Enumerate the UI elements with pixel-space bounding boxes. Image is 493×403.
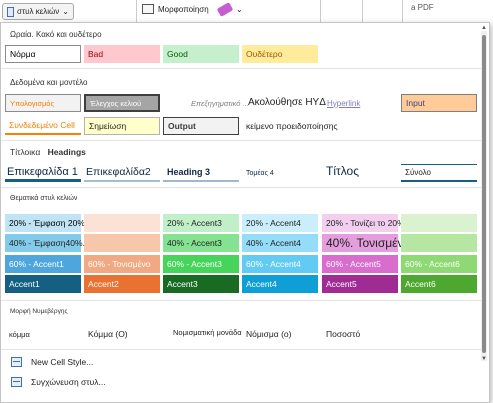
new-cell-style-label: New Cell Style...: [31, 357, 94, 367]
style-60-accent2[interactable]: 60% - Τονισμένο: [84, 255, 160, 273]
style-60-accent1[interactable]: 60% - Accent1: [5, 255, 81, 273]
merge-styles-label: Συγχώνευση στυλ...: [31, 377, 106, 387]
section-title-number-format: Μορφή Νυμεβέργης: [10, 308, 68, 315]
style-accent4[interactable]: Accent4: [242, 275, 318, 293]
format-table-icon: [142, 4, 154, 14]
merge-styles-icon: [11, 377, 22, 387]
scroll-up-icon[interactable]: ▲: [481, 25, 487, 31]
style-comma-0[interactable]: Κόμμα (Ο): [84, 325, 160, 343]
section-title-good-bad-neutral: Ωραία. Κακό και ουδέτερο: [10, 30, 102, 39]
style-accent2[interactable]: Accent2: [84, 275, 160, 293]
style-input[interactable]: Input: [401, 94, 477, 112]
style-40-accent1[interactable]: 40% - Έμφαση40%. Έμφαση2: [5, 234, 124, 252]
style-accent6[interactable]: Accent6: [401, 275, 477, 293]
new-style-icon: [11, 357, 22, 367]
pdf-label[interactable]: a PDF: [411, 3, 434, 12]
style-linked-cell[interactable]: Συνδεδεμένο Cell: [5, 117, 81, 135]
chevron-down-icon[interactable]: ⌄: [236, 5, 243, 14]
style-currency[interactable]: Νομισματική μονάδα: [169, 323, 251, 341]
style-accent1[interactable]: Accent1: [5, 275, 81, 293]
format-button[interactable]: Μορφοποίηση: [142, 4, 209, 14]
scrollbar-thumb[interactable]: [482, 35, 486, 353]
style-hyperlink[interactable]: Hyperlink: [307, 94, 367, 112]
style-warning-text[interactable]: κείμενο προειδοποίησης: [242, 117, 362, 135]
style-heading-1[interactable]: Επικεφαλίδα 1: [5, 164, 81, 182]
style-20-accent6[interactable]: [401, 214, 477, 232]
style-normal[interactable]: Νόρμα: [5, 45, 81, 63]
style-bad[interactable]: Bad: [84, 45, 160, 63]
style-20-accent4[interactable]: 20% - Accent4: [242, 214, 318, 232]
style-check-cell[interactable]: Έλεγχος κελιού: [84, 94, 160, 112]
cell-styles-button[interactable]: στυλ κελιών ⌄: [2, 3, 74, 20]
style-60-accent2-label: 60% - Τονισμένο: [88, 259, 151, 269]
style-20-accent3[interactable]: 20% - Accent3: [163, 214, 239, 232]
style-heading-3[interactable]: Heading 3: [163, 164, 239, 182]
style-neutral[interactable]: Ουδέτερο: [242, 45, 318, 63]
clear-eraser-icon[interactable]: [216, 2, 234, 17]
style-40-accent6[interactable]: [401, 234, 477, 252]
format-label: Μορφοποίηση: [158, 4, 209, 14]
merge-styles-item[interactable]: Συγχώνευση στυλ...: [11, 374, 106, 390]
chevron-down-icon: ⌄: [62, 7, 69, 16]
style-40-accent4[interactable]: 40% - Accent4: [242, 234, 318, 252]
style-40-accent5[interactable]: 40%. Τονισμένο AccentS1: [322, 234, 465, 252]
style-60-accent4[interactable]: 60% - Accent4: [242, 255, 318, 273]
style-20-accent5[interactable]: 20% - Τονίζει το 20%. Έμφαση6: [322, 214, 446, 232]
style-60-accent5[interactable]: 60% - Accent5: [322, 255, 398, 273]
style-total[interactable]: Σύνολο: [401, 164, 477, 182]
new-cell-style-item[interactable]: New Cell Style...: [11, 354, 93, 370]
style-40-accent2[interactable]: [84, 234, 160, 252]
cell-styles-label: στυλ κελιών: [17, 7, 60, 16]
style-40-accent3[interactable]: 40% - Accent3: [163, 234, 239, 252]
style-60-accent3[interactable]: 60% - Accent3: [163, 255, 239, 273]
style-calculation[interactable]: Υπολογισμός: [5, 94, 81, 112]
style-accent3[interactable]: Accent3: [163, 275, 239, 293]
style-percent[interactable]: Ποσοστό: [322, 325, 398, 343]
style-note[interactable]: Σημείωση: [84, 117, 160, 135]
style-60-accent6[interactable]: 60% - Accent6: [401, 255, 477, 273]
section-title-themed: Θεματικά στυλ κελιών: [10, 195, 78, 202]
style-heading-4[interactable]: Τομέας 4: [242, 164, 318, 182]
style-good[interactable]: Good: [163, 45, 239, 63]
style-comma[interactable]: κόμμα: [5, 325, 81, 343]
cell-styles-icon: [7, 6, 14, 17]
style-accent5[interactable]: Accent5: [322, 275, 398, 293]
scroll-down-icon[interactable]: ▼: [481, 356, 487, 362]
style-currency-0[interactable]: Νόμισμα (ο): [242, 325, 318, 343]
section-title-titles: Τίτλοικα Headings: [10, 147, 86, 157]
section-title-data-model: Δεδομένα και μοντέλο: [10, 78, 88, 87]
style-heading-2[interactable]: Επικεφαλίδα2: [84, 164, 160, 182]
style-explanatory[interactable]: Επεξηγηματικό ...: [187, 94, 251, 112]
style-title[interactable]: Τίτλος: [322, 162, 398, 180]
style-20-accent1[interactable]: 20% - Έμφαση 20%. Έμφαση2: [5, 214, 126, 232]
style-20-accent2[interactable]: [84, 214, 160, 232]
style-output[interactable]: Output: [163, 117, 239, 135]
cell-styles-gallery: Ωραία. Κακό και ουδέτερο Νόρμα Bad Good …: [0, 22, 490, 403]
